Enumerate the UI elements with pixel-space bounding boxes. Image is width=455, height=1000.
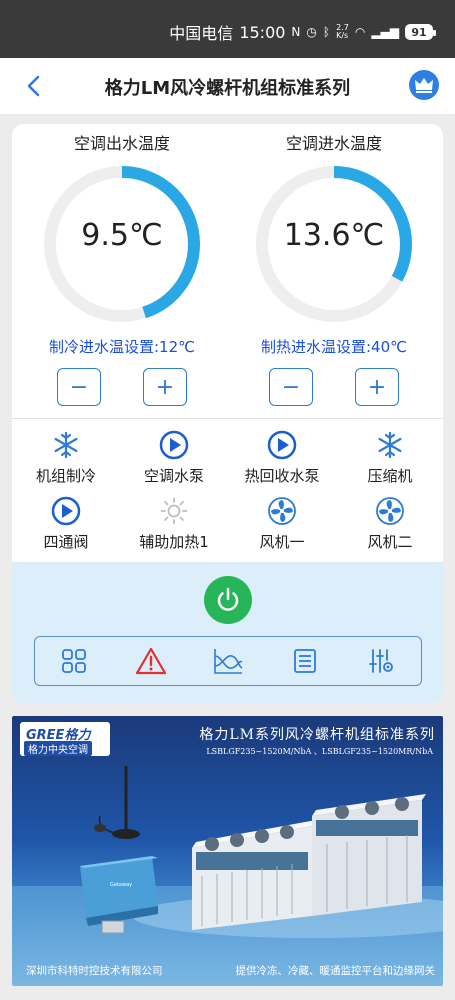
- page-title: 格力LM风冷螺杆机组标准系列: [104, 78, 351, 99]
- banner-footer: 深圳市科特时控技术有限公司 提供冷冻、冷藏、暖通监控平台和边缘网关: [26, 963, 435, 978]
- service-slogan: 提供冷冻、冷藏、暖通监控平台和边缘网关: [235, 965, 436, 977]
- signal-icon: ▂▄▆: [371, 25, 399, 39]
- power-icon: [217, 587, 239, 611]
- battery-level: 91: [411, 25, 427, 39]
- gauge-label: 空调出水温度: [73, 134, 170, 153]
- back-button[interactable]: [22, 72, 46, 100]
- status-heat-recovery-pump: 热回收水泵: [228, 430, 336, 486]
- list-icon: [294, 649, 317, 673]
- outlet-temp-gauge: 空调出水温度 9.5℃: [22, 132, 222, 326]
- heating-setpoint-label: 制热进水温设置:40℃: [261, 338, 407, 356]
- toolbar-chart-button[interactable]: [210, 643, 246, 679]
- status-label: 辅助加热1: [139, 533, 209, 551]
- fan-icon: [375, 496, 405, 526]
- network-speed: 2.7 K/s: [336, 23, 349, 40]
- settings-sliders-icon: [369, 649, 394, 673]
- status-label: 四通阀: [43, 533, 89, 551]
- product-banner[interactable]: Gateway GREE格力 格力中央空调 格力LM系列风冷螺杆机组标准系列 L…: [12, 716, 443, 986]
- play-icon: [51, 496, 81, 526]
- heating-increase-button[interactable]: +: [355, 368, 399, 406]
- battery-icon: 91: [405, 24, 436, 40]
- fan-icon: [267, 496, 297, 526]
- chart-icon: [214, 649, 243, 674]
- toolbar-grid-button[interactable]: [56, 643, 92, 679]
- toolbar-alarm-button[interactable]: [133, 643, 169, 679]
- bluetooth-icon: ᛒ: [322, 25, 331, 39]
- status-label: 热回收水泵: [244, 467, 320, 485]
- gauge-value: 13.6℃: [283, 218, 385, 253]
- company-name: 深圳市科特时控技术有限公司: [26, 965, 163, 977]
- status-fan-2: 风机二: [336, 496, 443, 552]
- status-four-way-valve: 四通阀: [12, 496, 120, 552]
- vip-button[interactable]: [409, 70, 439, 100]
- heating-stepper: − +: [234, 368, 434, 406]
- divider: [12, 418, 443, 419]
- status-label: 风机一: [259, 533, 305, 551]
- status-label: 压缩机: [367, 467, 413, 485]
- play-icon: [159, 430, 189, 460]
- status-label: 风机二: [367, 533, 413, 551]
- clock: 15:00: [239, 22, 286, 42]
- status-label: 空调水泵: [143, 467, 204, 485]
- power-button[interactable]: [204, 576, 252, 624]
- control-panel: [12, 562, 443, 704]
- heating-decrease-button[interactable]: −: [269, 368, 313, 406]
- gauge-ring: 9.5℃: [40, 162, 204, 326]
- status-cooling: 机组制冷: [12, 430, 120, 486]
- sun-icon: [159, 496, 189, 526]
- gree-logo: GREE格力 格力中央空调: [20, 722, 110, 756]
- device-status-card: 空调出水温度 9.5℃ 空调进水温度 13.6℃ 制冷进水温设置:12℃ 制热进…: [12, 124, 443, 704]
- cooling-decrease-button[interactable]: −: [57, 368, 101, 406]
- status-compressor: 压缩机: [336, 430, 443, 486]
- grid-icon: [61, 649, 86, 673]
- toolbar-list-button[interactable]: [287, 643, 323, 679]
- status-fan-1: 风机一: [228, 496, 336, 552]
- status-bar: 中国电信 15:00 N ◷ ᛒ 2.7 K/s ◠ ▂▄▆ 91: [0, 0, 455, 58]
- cooling-stepper: − +: [22, 368, 222, 406]
- logo-subtext: 格力中央空调: [24, 741, 92, 756]
- wifi-icon: ◠: [354, 25, 366, 39]
- nfc-icon: N: [291, 25, 301, 39]
- alarm-icon: [135, 647, 166, 675]
- inlet-temp-gauge: 空调进水温度 13.6℃: [234, 132, 434, 326]
- status-ac-pump: 空调水泵: [120, 430, 228, 486]
- banner-model-text: LSBLGF235~1520M/NbA 、LSBLGF235~1520MR/Nb…: [206, 747, 433, 756]
- gauge-value: 9.5℃: [81, 218, 163, 253]
- bottom-toolbar: [34, 636, 422, 686]
- app-header: 格力LM风冷螺杆机组标准系列: [0, 58, 455, 114]
- play-icon: [267, 430, 297, 460]
- cooling-setpoint-label: 制冷进水温设置:12℃: [49, 338, 195, 356]
- snowflake-icon: [51, 430, 81, 460]
- carrier-label: 中国电信: [169, 24, 234, 43]
- snowflake-icon: [375, 430, 405, 460]
- gauge-label: 空调进水温度: [285, 134, 382, 153]
- crown-icon: [415, 78, 433, 93]
- cooling-increase-button[interactable]: +: [143, 368, 187, 406]
- svg-text:Gateway: Gateway: [110, 882, 132, 888]
- status-label: 机组制冷: [35, 467, 96, 485]
- alarm-clock-icon: ◷: [306, 25, 317, 39]
- banner-title: 格力LM系列风冷螺杆机组标准系列: [199, 727, 435, 743]
- toolbar-settings-button[interactable]: [364, 643, 400, 679]
- status-aux-heating: 辅助加热1: [120, 496, 228, 552]
- chevron-left-icon: [27, 75, 40, 97]
- gauge-ring: 13.6℃: [252, 162, 416, 326]
